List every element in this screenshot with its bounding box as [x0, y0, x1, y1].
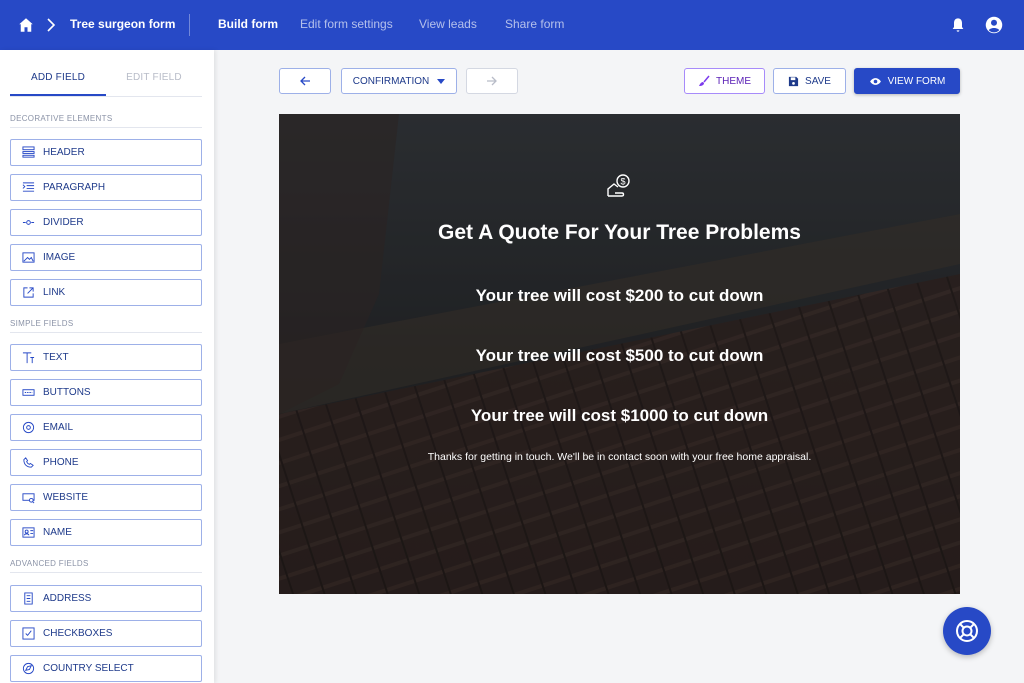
field-button-label: COUNTRY SELECT: [43, 663, 134, 674]
preview-price-line: Your tree will cost $500 to cut down: [475, 346, 764, 365]
field-button-label: TEXT: [43, 352, 69, 363]
field-button-label: LINK: [43, 287, 66, 298]
field-button-label: CHECKBOXES: [43, 628, 113, 639]
form-title[interactable]: Tree surgeon form: [70, 17, 175, 31]
phone-icon: [23, 457, 34, 468]
field-button-name[interactable]: NAME: [10, 519, 202, 546]
previous-step-button[interactable]: [279, 68, 331, 94]
field-button-label: WEBSITE: [43, 492, 89, 503]
user-account-icon[interactable]: [985, 16, 1003, 34]
buttons-icon: [22, 389, 35, 396]
nav-edit-form-settings[interactable]: Edit form settings: [300, 17, 393, 31]
name-icon: [22, 527, 35, 538]
checkboxes-icon: [22, 627, 35, 640]
lifebuoy-icon: [956, 620, 978, 642]
paintbrush-icon: [699, 75, 710, 86]
next-step-button[interactable]: [466, 68, 518, 94]
email-icon: [22, 421, 35, 434]
field-button-label: HEADER: [43, 147, 85, 158]
step-select-dropdown[interactable]: CONFIRMATION: [341, 68, 457, 94]
nav-share-form[interactable]: Share form: [505, 17, 564, 31]
arrow-left-icon: [300, 76, 310, 86]
theme-button-label: THEME: [716, 75, 751, 87]
preview-price-line: Your tree will cost $200 to cut down: [475, 286, 764, 305]
image-icon: [22, 252, 35, 263]
field-button-buttons[interactable]: BUTTONS: [10, 379, 202, 406]
preview-price-line: Your tree will cost $1000 to cut down: [470, 406, 769, 425]
field-button-paragraph[interactable]: PARAGRAPH: [10, 174, 202, 201]
field-button-label: IMAGE: [43, 252, 76, 263]
section-decorative-elements: DECORATIVE ELEMENTS: [10, 114, 202, 128]
preview-title: Get A Quote For Your Tree Problems: [438, 221, 801, 244]
link-icon: [23, 287, 34, 298]
field-button-label: DIVIDER: [43, 217, 84, 228]
view-form-button-label: VIEW FORM: [887, 75, 946, 87]
field-button-email[interactable]: EMAIL: [10, 414, 202, 441]
help-button[interactable]: [943, 607, 991, 655]
field-button-checkboxes[interactable]: CHECKBOXES: [10, 620, 202, 647]
divider-icon: [22, 220, 35, 225]
save-button[interactable]: SAVE: [773, 68, 846, 94]
preview-confirmation-message: Thanks for getting in touch. We'll be in…: [427, 451, 812, 463]
country-select-icon: [22, 662, 35, 675]
address-icon: [24, 592, 33, 605]
home-icon[interactable]: [17, 16, 35, 34]
paragraph-icon: [22, 182, 35, 192]
save-icon: [788, 76, 799, 86]
field-button-link[interactable]: LINK: [10, 279, 202, 306]
field-button-address[interactable]: ADDRESS: [10, 585, 202, 612]
field-button-country-select[interactable]: COUNTRY SELECT: [10, 655, 202, 682]
field-button-label: PARAGRAPH: [43, 182, 106, 193]
field-button-text[interactable]: TEXT: [10, 344, 202, 371]
tab-add-field[interactable]: ADD FIELD: [10, 72, 106, 83]
view-form-button[interactable]: VIEW FORM: [854, 68, 960, 94]
field-button-label: BUTTONS: [43, 387, 91, 398]
step-select-value: CONFIRMATION: [352, 75, 430, 87]
tab-edit-field[interactable]: EDIT FIELD: [106, 72, 202, 83]
svg-text:$: $: [620, 177, 625, 187]
field-sidebar: ADD FIELD EDIT FIELD DECORATIVE ELEMENTS…: [0, 50, 214, 683]
text-icon: [22, 352, 35, 364]
form-preview-canvas: $ Get A Quote For Your Tree Problems You…: [279, 114, 960, 594]
field-button-label: ADDRESS: [43, 593, 92, 604]
arrow-right-icon: [487, 76, 497, 86]
bell-icon[interactable]: [950, 16, 966, 34]
field-button-phone[interactable]: PHONE: [10, 449, 202, 476]
nav-view-leads[interactable]: View leads: [419, 17, 477, 31]
field-button-divider[interactable]: DIVIDER: [10, 209, 202, 236]
field-button-image[interactable]: IMAGE: [10, 244, 202, 271]
caret-down-icon: [437, 78, 446, 84]
section-simple-fields: SIMPLE FIELDS: [10, 319, 202, 333]
field-button-label: NAME: [43, 527, 72, 538]
field-button-header[interactable]: HEADER: [10, 139, 202, 166]
field-button-label: EMAIL: [43, 422, 74, 433]
eye-icon: [869, 77, 881, 85]
top-navigation-bar: Tree surgeon form Build form Edit form s…: [0, 0, 1024, 50]
section-advanced-fields: ADVANCED FIELDS: [10, 559, 202, 573]
nav-build-form[interactable]: Build form: [218, 17, 278, 31]
tab-divider: [10, 96, 202, 97]
website-icon: [22, 493, 35, 504]
nav-divider: [189, 14, 190, 36]
save-button-label: SAVE: [805, 75, 831, 87]
price-tag-icon: $: [607, 174, 630, 197]
theme-button[interactable]: THEME: [684, 68, 765, 94]
header-icon: [22, 146, 35, 158]
active-tab-indicator: [10, 94, 106, 96]
field-button-website[interactable]: WEBSITE: [10, 484, 202, 511]
field-button-label: PHONE: [43, 457, 79, 468]
chevron-right-icon: [47, 18, 56, 32]
